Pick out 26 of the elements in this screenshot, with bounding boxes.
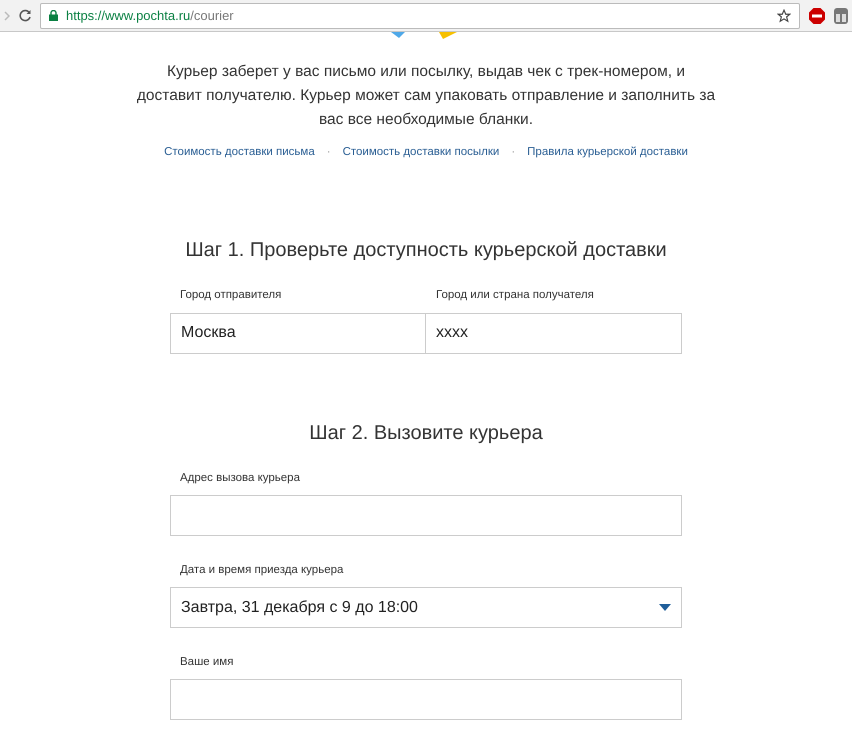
separator-dot: · (326, 145, 331, 160)
stop-sign-extension-icon[interactable] (808, 6, 826, 24)
link[interactable]: Правила курьерской доставки (527, 144, 688, 162)
field-label: Город или страна получателя (435, 288, 595, 304)
intro-paragraph: Курьер заберет у вас письмо или посылку, выдав чек с трек-номером, и доставит получателю. Курьер может сам упаковать отправление и заполнить за вас все необходимые бланки. (136, 62, 716, 130)
field-label: Город отправителя (179, 288, 282, 304)
separator-dot: · (511, 145, 516, 160)
field-label: Дата и время приезда курьера (179, 562, 344, 578)
address-bar[interactable]: https://www.pochta.ru/courier (40, 2, 800, 28)
link[interactable]: Стоимость доставки посылки (342, 144, 500, 162)
step-heading: Шаг 1. Проверьте доступность курьерской доставки (185, 238, 667, 264)
reload-icon[interactable] (18, 8, 32, 22)
dropdown-caret-icon (659, 604, 671, 611)
select-field[interactable]: Завтра, 31 декабря с 9 до 18:00 (170, 587, 682, 628)
input-field[interactable]: Москва (170, 312, 426, 354)
link[interactable]: Стоимость доставки письма (164, 144, 315, 162)
url-text: https://www.pochta.ru/courier (66, 6, 235, 25)
star-icon[interactable] (777, 8, 791, 22)
step-heading: Шаг 2. Вызовите курьера (309, 420, 543, 446)
extension-icon[interactable] (834, 8, 848, 24)
lock-icon (49, 10, 58, 21)
field-label: Ваше имя (179, 655, 234, 670)
field-label: Адрес вызова курьера (179, 470, 301, 486)
input-field[interactable] (170, 679, 682, 720)
input-field[interactable] (170, 494, 682, 536)
input-field[interactable]: xxxx (426, 312, 682, 354)
